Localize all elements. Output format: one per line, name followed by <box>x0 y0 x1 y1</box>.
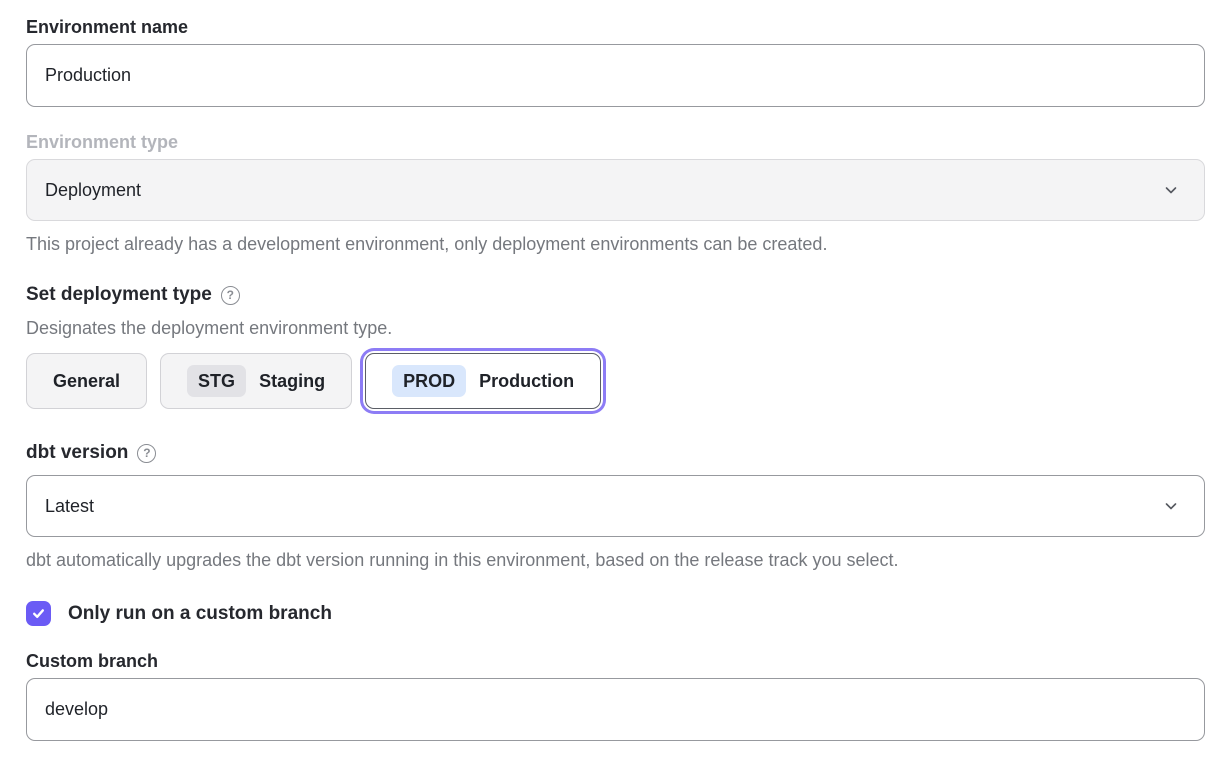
help-icon-glyph: ? <box>143 447 150 459</box>
check-icon <box>31 606 46 621</box>
production-badge: PROD <box>392 365 466 397</box>
deployment-type-staging-label: Staging <box>259 371 325 392</box>
chevron-down-icon <box>1162 181 1180 199</box>
dbt-version-select[interactable]: Latest <box>26 475 1205 537</box>
environment-settings-form: Environment name Environment type Deploy… <box>0 0 1228 764</box>
deployment-type-heading: Set deployment type ? <box>26 283 240 307</box>
environment-type-select: Deployment <box>26 159 1205 221</box>
environment-name-input[interactable] <box>26 44 1205 107</box>
deployment-type-general-button[interactable]: General <box>26 353 147 409</box>
deployment-type-general-label: General <box>53 371 120 392</box>
custom-branch-toggle-row: Only run on a custom branch <box>26 601 1205 626</box>
deployment-type-staging-button[interactable]: STG Staging <box>160 353 352 409</box>
deployment-type-description: Designates the deployment environment ty… <box>26 317 1205 339</box>
dbt-version-heading-text: dbt version <box>26 441 128 465</box>
deployment-type-options: General STG Staging PROD Production <box>26 353 1205 409</box>
deployment-type-heading-text: Set deployment type <box>26 283 212 307</box>
deployment-type-production-label: Production <box>479 371 574 392</box>
custom-branch-checkbox[interactable] <box>26 601 51 626</box>
deployment-type-production-button[interactable]: PROD Production <box>365 353 601 409</box>
environment-name-label: Environment name <box>26 16 1205 38</box>
chevron-down-icon <box>1162 497 1180 515</box>
help-icon[interactable]: ? <box>137 444 156 463</box>
environment-type-label: Environment type <box>26 131 1205 153</box>
custom-branch-input[interactable] <box>26 678 1205 741</box>
environment-type-value: Deployment <box>45 180 141 201</box>
help-icon[interactable]: ? <box>221 286 240 305</box>
dbt-version-value: Latest <box>45 496 94 517</box>
dbt-version-helper: dbt automatically upgrades the dbt versi… <box>26 549 1205 571</box>
custom-branch-toggle-label: Only run on a custom branch <box>68 603 332 625</box>
environment-type-helper: This project already has a development e… <box>26 233 1205 255</box>
help-icon-glyph: ? <box>227 289 234 301</box>
staging-badge: STG <box>187 365 246 397</box>
dbt-version-heading: dbt version ? <box>26 441 156 465</box>
custom-branch-label: Custom branch <box>26 650 1205 672</box>
